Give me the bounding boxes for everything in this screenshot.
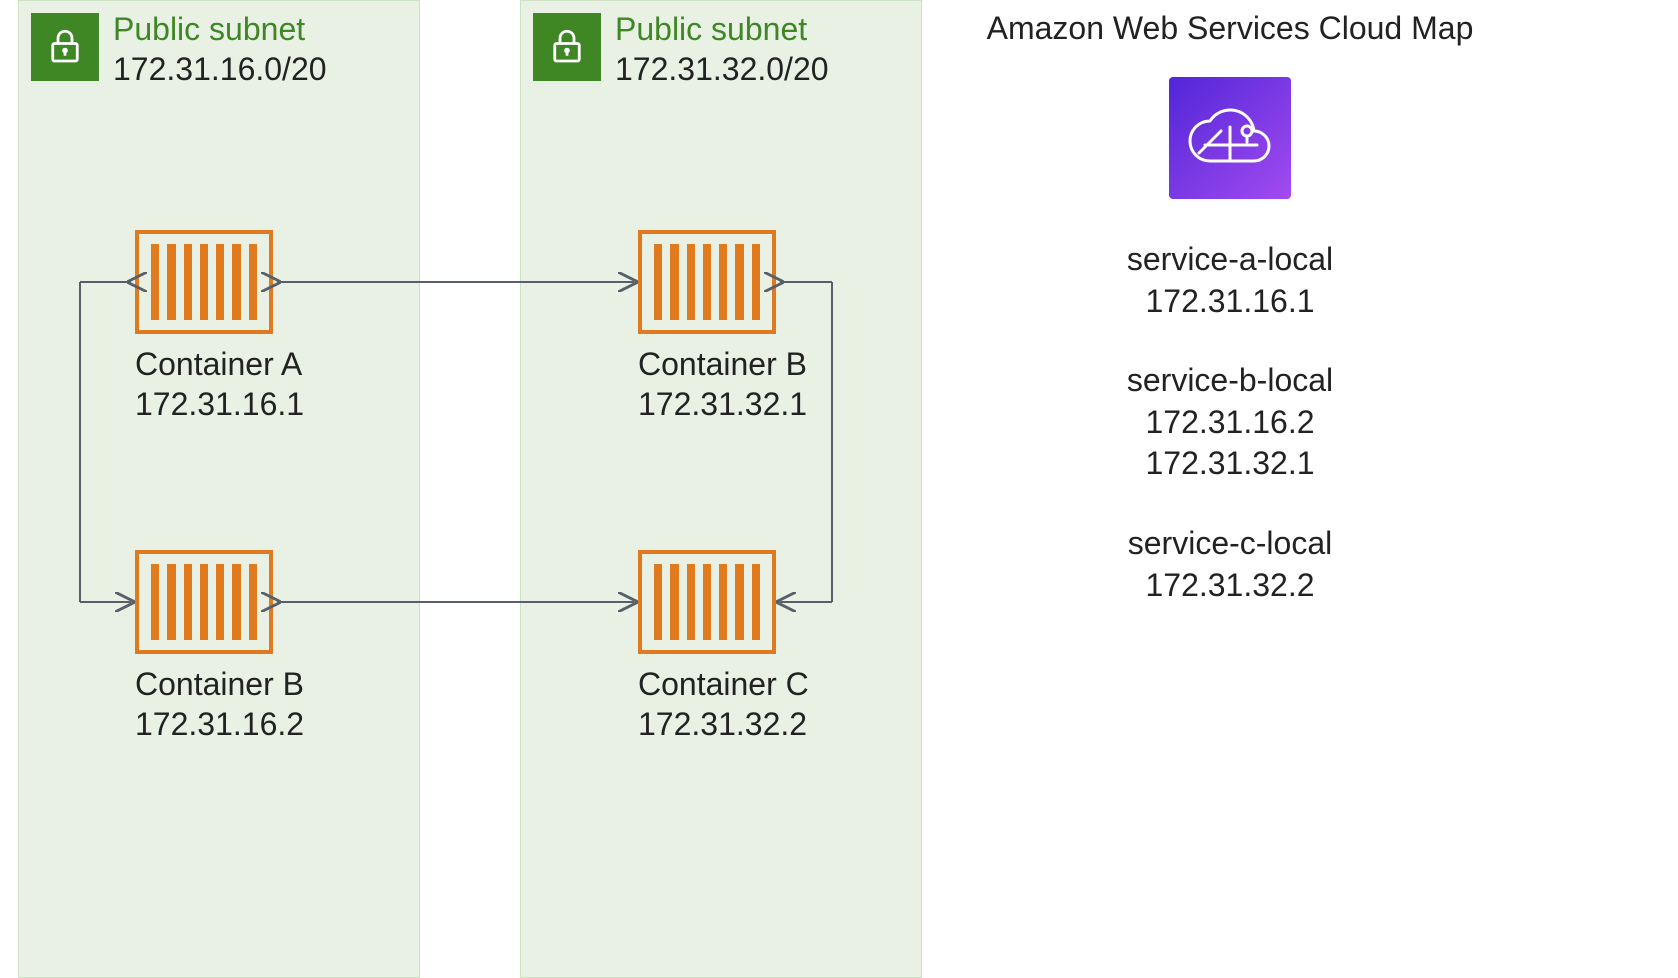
cloud-map-icon [1169,77,1291,199]
subnet-2: Public subnet 172.31.32.0/20 [520,0,922,978]
subnet-1-cidr: 172.31.16.0/20 [113,53,327,85]
container-icon [135,230,273,334]
lock-icon [533,13,601,81]
subnet-2-cidr: 172.31.32.0/20 [615,53,829,85]
container-c-ip: 172.31.32.2 [638,704,809,744]
container-c-label: Container C [638,664,809,704]
subnet-1-header: Public subnet 172.31.16.0/20 [31,13,327,85]
service-c-name: service-c-local [960,523,1500,565]
container-a-label: Container A [135,344,304,384]
service-b-ip1: 172.31.16.2 [960,402,1500,444]
container-b-right-ip: 172.31.32.1 [638,384,807,424]
container-b-left-ip: 172.31.16.2 [135,704,304,744]
service-a-ip: 172.31.16.1 [960,281,1500,323]
container-b-left-label: Container B [135,664,304,704]
subnet-1: Public subnet 172.31.16.0/20 [18,0,420,978]
cloud-map-column: Amazon Web Services Cloud Map service-a-… [960,10,1500,644]
service-c-ip: 172.31.32.2 [960,565,1500,607]
service-b-ip2: 172.31.32.1 [960,443,1500,485]
lock-icon [31,13,99,81]
container-icon [638,550,776,654]
cloud-map-title: Amazon Web Services Cloud Map [960,10,1500,47]
service-c: service-c-local 172.31.32.2 [960,523,1500,606]
service-b-name: service-b-local [960,360,1500,402]
container-b-right: Container B 172.31.32.1 [638,230,807,424]
diagram-canvas: Public subnet 172.31.16.0/20 Public subn… [0,0,1678,976]
container-icon [638,230,776,334]
subnet-1-title: Public subnet [113,13,327,45]
container-a-ip: 172.31.16.1 [135,384,304,424]
container-b-right-label: Container B [638,344,807,384]
service-b: service-b-local 172.31.16.2 172.31.32.1 [960,360,1500,485]
container-b-left: Container B 172.31.16.2 [135,550,304,744]
container-icon [135,550,273,654]
container-c: Container C 172.31.32.2 [638,550,809,744]
container-a: Container A 172.31.16.1 [135,230,304,424]
service-a: service-a-local 172.31.16.1 [960,239,1500,322]
service-a-name: service-a-local [960,239,1500,281]
subnet-2-header: Public subnet 172.31.32.0/20 [533,13,829,85]
subnet-2-title: Public subnet [615,13,829,45]
